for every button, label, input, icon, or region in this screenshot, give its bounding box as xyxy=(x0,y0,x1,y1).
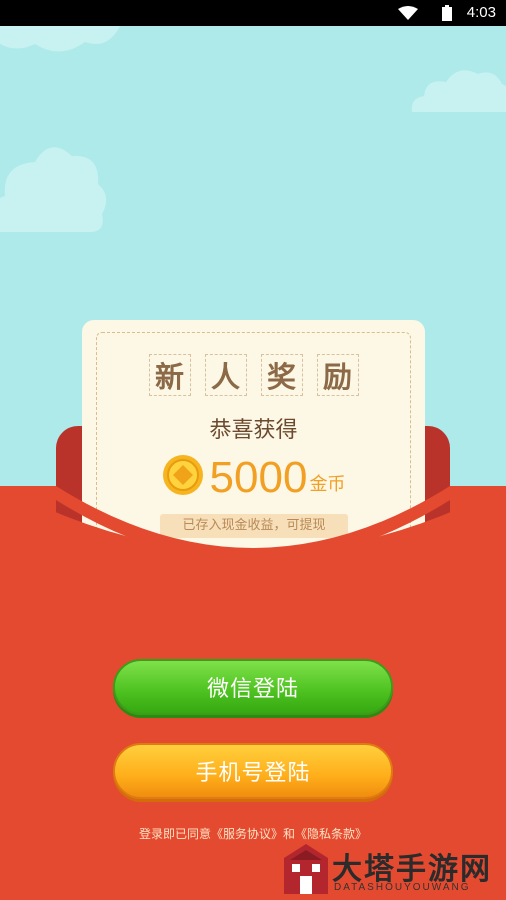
status-bar: 4:03 xyxy=(0,0,506,26)
battery-icon xyxy=(442,5,452,21)
phone-login-button[interactable]: 手机号登陆 xyxy=(113,743,393,799)
reward-title: 新 人 奖 励 xyxy=(82,354,425,396)
cloud-icon xyxy=(411,70,506,112)
watermark: 大塔手游网 DATASHOUYOUWANG xyxy=(282,838,506,900)
wifi-icon xyxy=(398,6,418,20)
reward-card: 新 人 奖 励 恭喜获得 5000 金币 已存入现金收益，可提现 xyxy=(82,320,425,590)
wechat-login-button[interactable]: 微信登陆 xyxy=(113,659,393,715)
status-time: 4:03 xyxy=(466,4,496,21)
coin-unit: 金币 xyxy=(309,474,346,495)
coin-amount-row: 5000 金币 xyxy=(82,454,425,502)
coin-icon xyxy=(162,455,203,495)
title-char: 奖 xyxy=(260,354,303,396)
cash-note: 已存入现金收益，可提现 xyxy=(160,514,348,538)
title-char: 人 xyxy=(204,354,247,396)
watermark-subtitle: DATASHOUYOUWANG xyxy=(334,882,471,893)
title-char: 新 xyxy=(148,354,191,396)
congrats-text: 恭喜获得 xyxy=(209,418,298,443)
watermark-logo-icon xyxy=(284,844,328,894)
title-char: 励 xyxy=(316,354,359,396)
cloud-icon xyxy=(0,26,120,52)
coin-amount: 5000 xyxy=(209,453,308,502)
cloud-icon xyxy=(0,147,107,232)
